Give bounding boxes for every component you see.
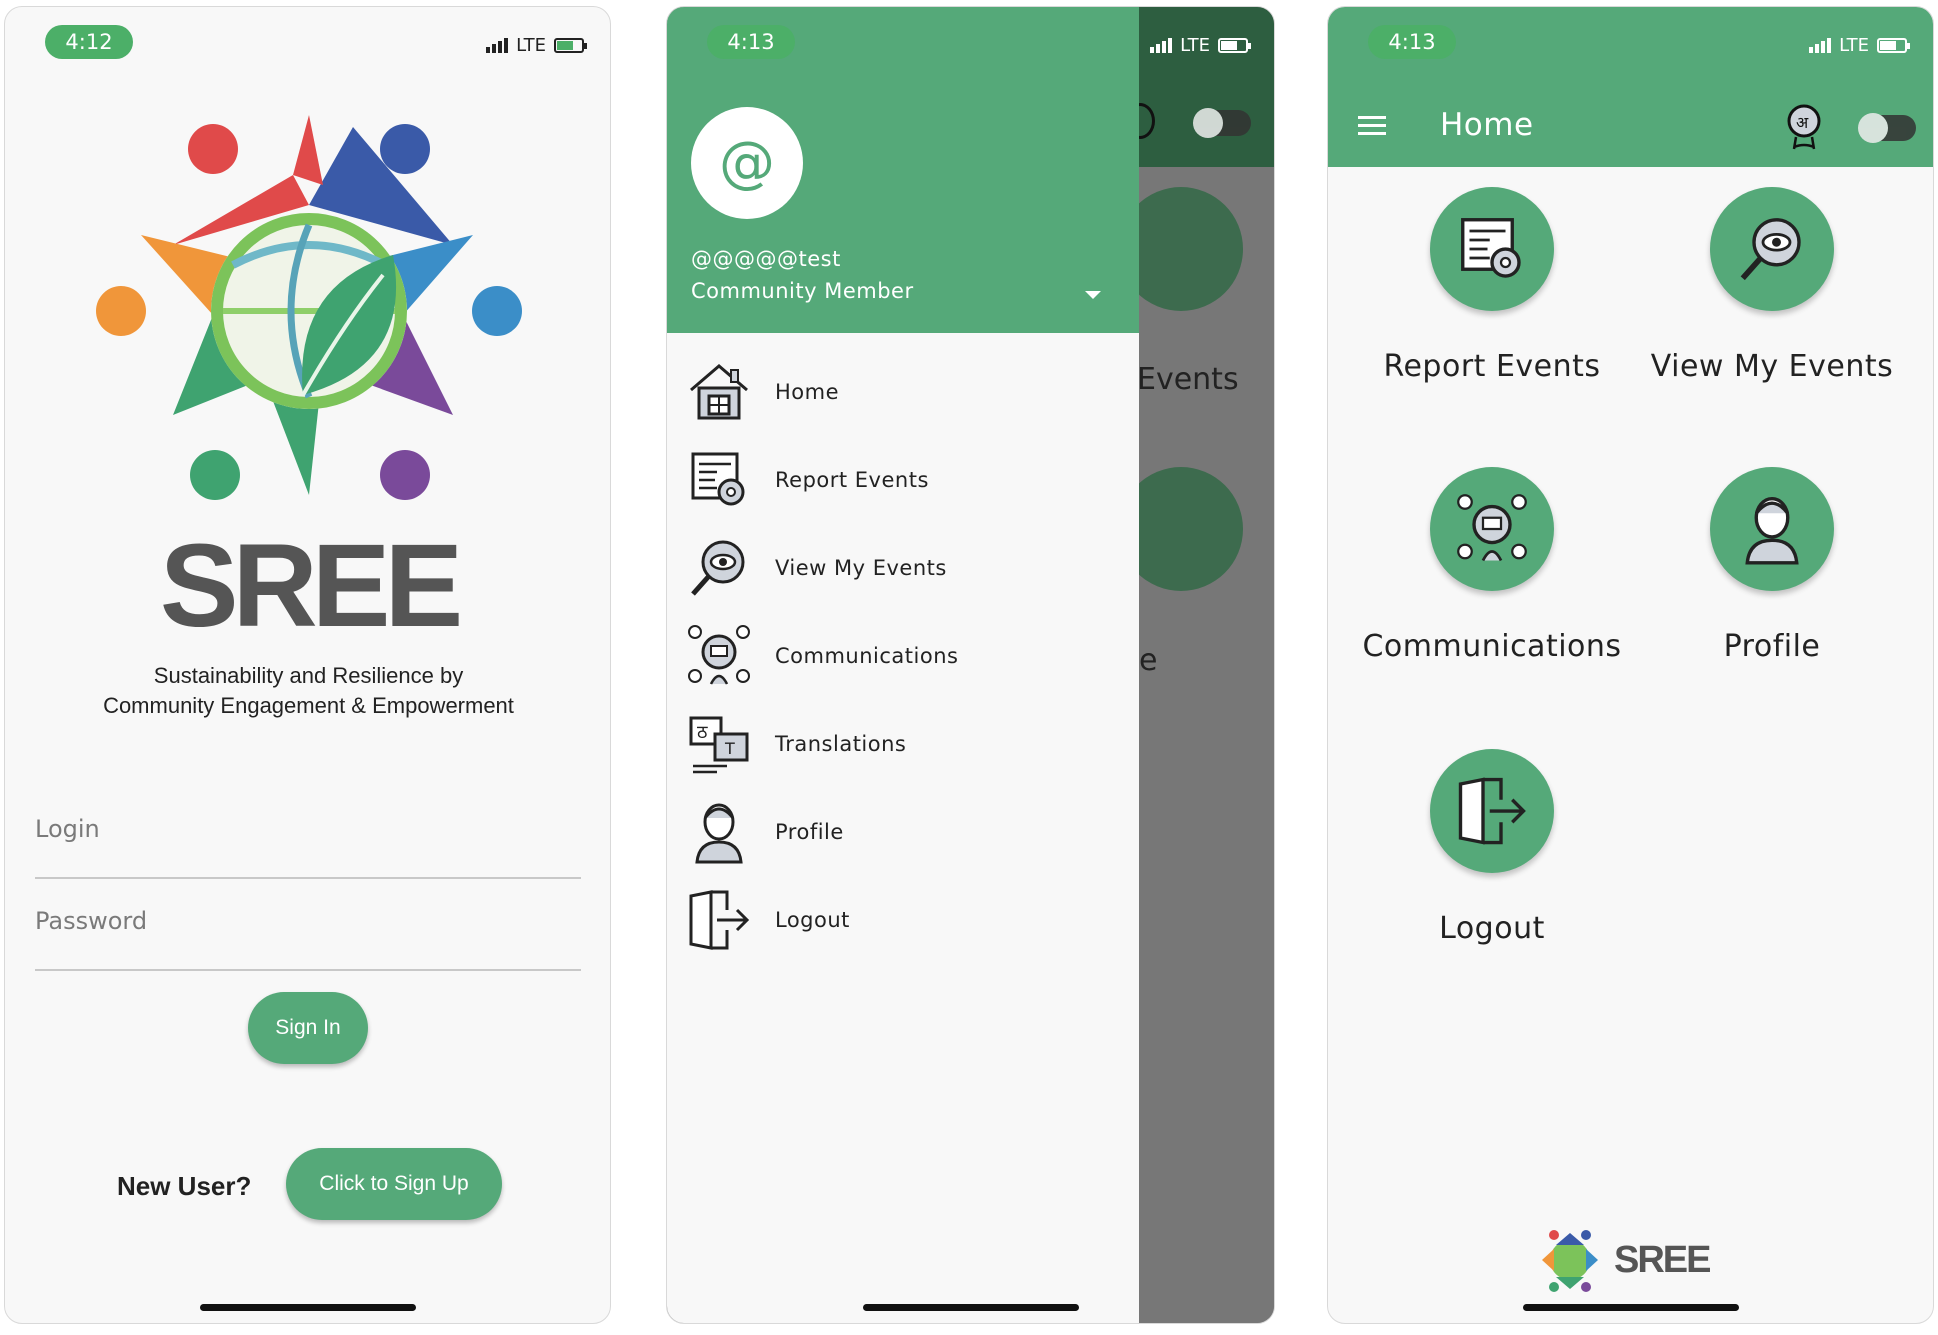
translations-icon: ठ T bbox=[689, 716, 749, 774]
tile-label: View My Events bbox=[1650, 349, 1894, 384]
svg-text:ठ: ठ bbox=[697, 722, 708, 743]
report-events-icon bbox=[1461, 218, 1521, 278]
tagline-line-2: Community Engagement & Empowerment bbox=[103, 693, 514, 718]
tile-circle bbox=[1430, 749, 1554, 873]
tile-label: Profile bbox=[1723, 629, 1821, 664]
menu-item-report-events[interactable]: Report Events bbox=[687, 445, 1127, 515]
logout-icon bbox=[689, 890, 750, 950]
network-label: LTE bbox=[1180, 35, 1210, 56]
menu-item-label: View My Events bbox=[775, 556, 947, 580]
password-placeholder: Password bbox=[35, 907, 148, 935]
tile-view-my-events[interactable]: View My Events bbox=[1642, 187, 1902, 384]
status-bar: 4:13 LTE bbox=[1328, 7, 1933, 73]
drawer-username: @@@@@test bbox=[691, 247, 841, 271]
tile-communications[interactable]: Communications bbox=[1362, 467, 1622, 664]
hamburger-menu-icon[interactable] bbox=[1358, 116, 1386, 136]
logout-icon bbox=[1458, 777, 1526, 845]
sree-logo-icon bbox=[96, 115, 522, 500]
language-emblem-icon[interactable]: अ bbox=[1786, 103, 1822, 151]
status-time: 4:13 bbox=[1368, 25, 1456, 59]
home-indicator bbox=[199, 1304, 416, 1311]
navigation-drawer: 4:13 @ @@@@@test Community Member Home R… bbox=[667, 7, 1139, 1323]
menu-item-profile[interactable]: Profile bbox=[687, 797, 1127, 867]
tile-report-events[interactable]: Report Events bbox=[1362, 187, 1622, 384]
mode-toggle[interactable] bbox=[1858, 113, 1916, 143]
menu-item-translations[interactable]: ठ T Translations bbox=[687, 709, 1127, 779]
background-tile-label: e bbox=[1139, 643, 1158, 678]
menu-item-label: Report Events bbox=[775, 468, 929, 492]
battery-icon bbox=[1218, 38, 1251, 53]
network-label: LTE bbox=[1839, 35, 1869, 56]
avatar: @ bbox=[691, 107, 803, 219]
profile-icon bbox=[1745, 496, 1799, 565]
svg-text:T: T bbox=[724, 739, 735, 758]
menu-item-label: Profile bbox=[775, 820, 844, 844]
svg-text:अ: अ bbox=[1796, 113, 1809, 132]
profile-icon bbox=[695, 803, 743, 864]
report-events-icon bbox=[691, 452, 745, 506]
view-events-icon bbox=[691, 540, 745, 596]
tile-profile[interactable]: Profile bbox=[1642, 467, 1902, 664]
signal-icon bbox=[1150, 38, 1173, 53]
footer-brand: SREE bbox=[1614, 1239, 1711, 1281]
menu-item-label: Communications bbox=[775, 644, 959, 668]
status-bar: 4:12 LTE bbox=[5, 7, 610, 73]
home-indicator bbox=[862, 1304, 1079, 1311]
tile-logout[interactable]: Logout bbox=[1362, 749, 1622, 946]
tile-label: Communications bbox=[1362, 629, 1622, 664]
page-title: Home bbox=[1440, 107, 1534, 143]
login-placeholder: Login bbox=[35, 815, 100, 843]
menu-item-label: Home bbox=[775, 380, 840, 404]
signal-icon bbox=[486, 38, 509, 53]
menu-item-label: Translations bbox=[775, 732, 907, 756]
sign-up-button[interactable]: Click to Sign Up bbox=[286, 1148, 502, 1220]
sign-in-button[interactable]: Sign In bbox=[248, 992, 368, 1064]
background-tile-label: Events bbox=[1137, 362, 1239, 397]
status-time: 4:13 bbox=[707, 25, 795, 59]
drawer-header: 4:13 @ @@@@@test Community Member bbox=[667, 7, 1139, 333]
tile-label: Logout bbox=[1439, 911, 1545, 946]
password-field[interactable]: Password bbox=[35, 907, 581, 971]
communications-icon bbox=[688, 625, 750, 685]
brand-name: SREE bbox=[159, 520, 463, 652]
house-icon bbox=[690, 364, 748, 420]
menu-item-logout[interactable]: Logout bbox=[687, 885, 1127, 955]
tile-circle bbox=[1710, 187, 1834, 311]
tile-label: Report Events bbox=[1383, 349, 1601, 384]
battery-icon bbox=[554, 38, 587, 53]
home-screen: 4:13 LTE Home अ Report Events View My Ev… bbox=[1327, 6, 1934, 1324]
menu-item-home[interactable]: Home bbox=[687, 357, 1127, 427]
tagline-line-1: Sustainability and Resilience by bbox=[153, 663, 464, 688]
tile-circle bbox=[1710, 467, 1834, 591]
tile-circle bbox=[1430, 187, 1554, 311]
login-screen: 4:12 LTE SREE Sustainability and Resilie… bbox=[4, 6, 611, 1324]
menu-item-label: Logout bbox=[775, 908, 850, 932]
menu-item-view-my-events[interactable]: View My Events bbox=[687, 533, 1127, 603]
communications-icon bbox=[1457, 494, 1527, 562]
home-indicator bbox=[1522, 1304, 1739, 1311]
drawer-screen: Events e 4:13 LTE 4:13 @ @@@@@test Commu… bbox=[666, 6, 1275, 1324]
new-user-text: New User? bbox=[117, 1171, 252, 1201]
menu-item-communications[interactable]: Communications bbox=[687, 621, 1127, 691]
drawer-role: Community Member bbox=[691, 279, 914, 303]
avatar-symbol: @ bbox=[719, 130, 775, 195]
account-dropdown-icon[interactable] bbox=[1085, 291, 1101, 299]
network-label: LTE bbox=[516, 35, 546, 56]
footer-logo-icon bbox=[1542, 1230, 1598, 1292]
tile-circle bbox=[1430, 467, 1554, 591]
battery-icon bbox=[1877, 38, 1910, 53]
status-time: 4:12 bbox=[45, 25, 133, 59]
view-events-icon bbox=[1740, 218, 1801, 281]
login-field[interactable]: Login bbox=[35, 815, 581, 879]
background-toggle bbox=[1193, 108, 1251, 138]
signal-icon bbox=[1809, 38, 1832, 53]
